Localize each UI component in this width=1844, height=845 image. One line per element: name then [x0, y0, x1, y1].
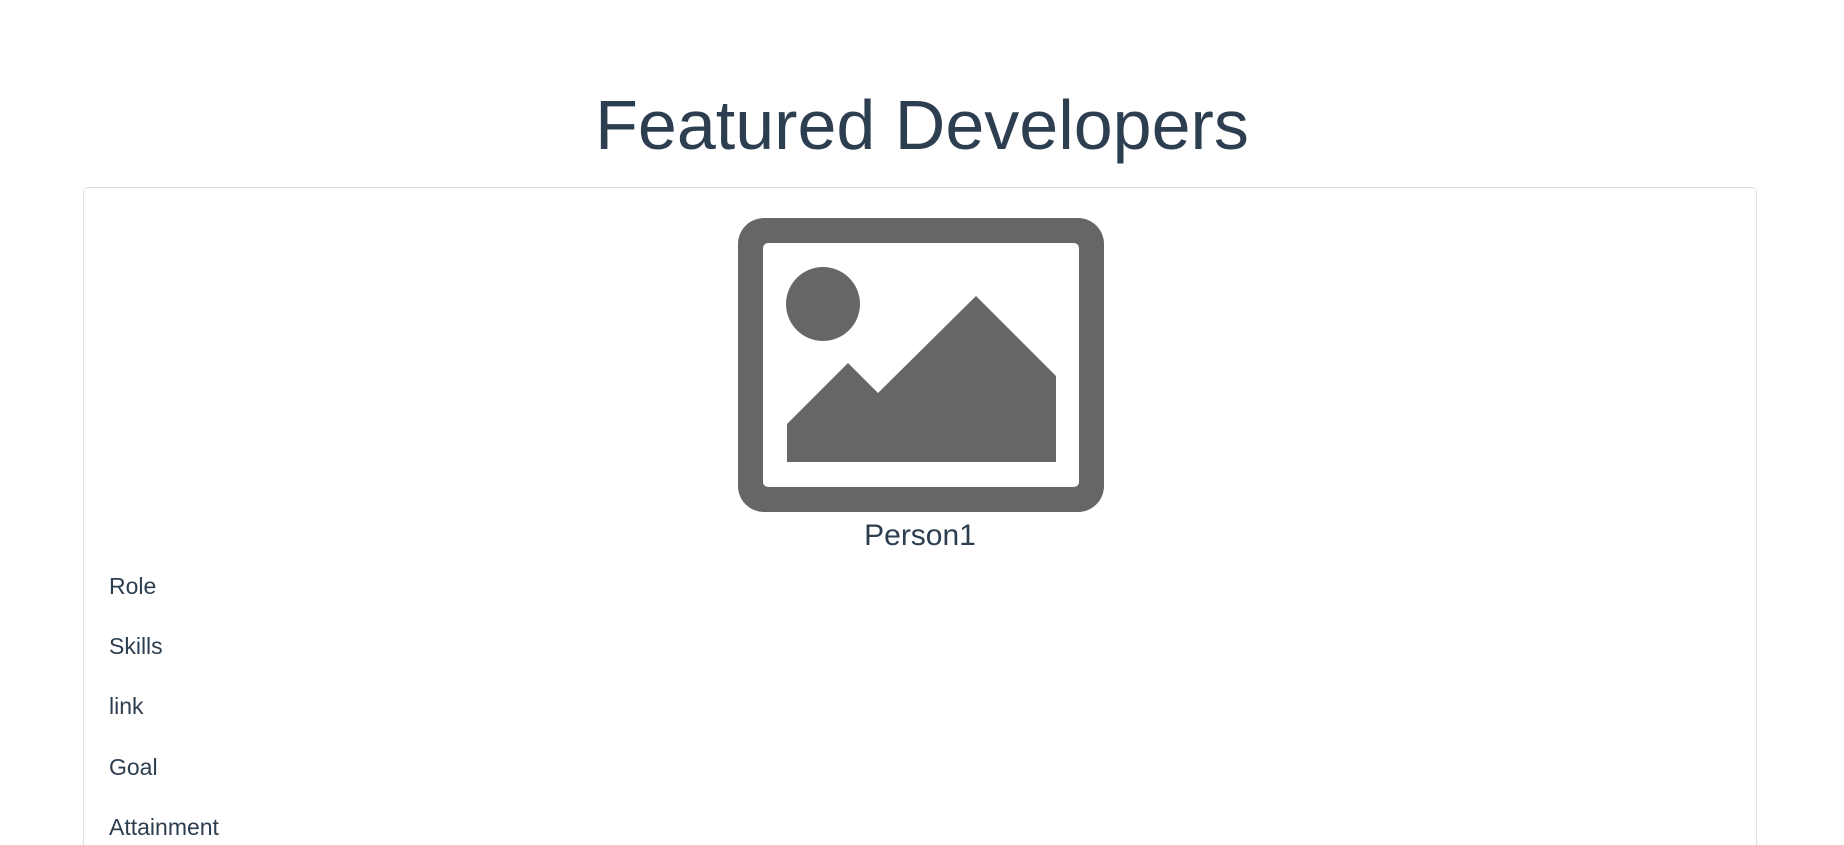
field-skills: Skills	[109, 633, 163, 659]
field-link[interactable]: link	[109, 692, 144, 720]
page-title: Featured Developers	[595, 86, 1249, 164]
developer-name: Person1	[864, 519, 976, 552]
developer-card: Person1 Role Skills link Goal Attainment	[83, 187, 1757, 845]
field-attainment: Attainment	[109, 814, 219, 840]
image-placeholder-icon	[738, 218, 1104, 512]
page: Featured Developers Person1 Role Skills …	[0, 0, 1844, 845]
field-role: Role	[109, 573, 157, 599]
field-goal: Goal	[109, 754, 158, 780]
